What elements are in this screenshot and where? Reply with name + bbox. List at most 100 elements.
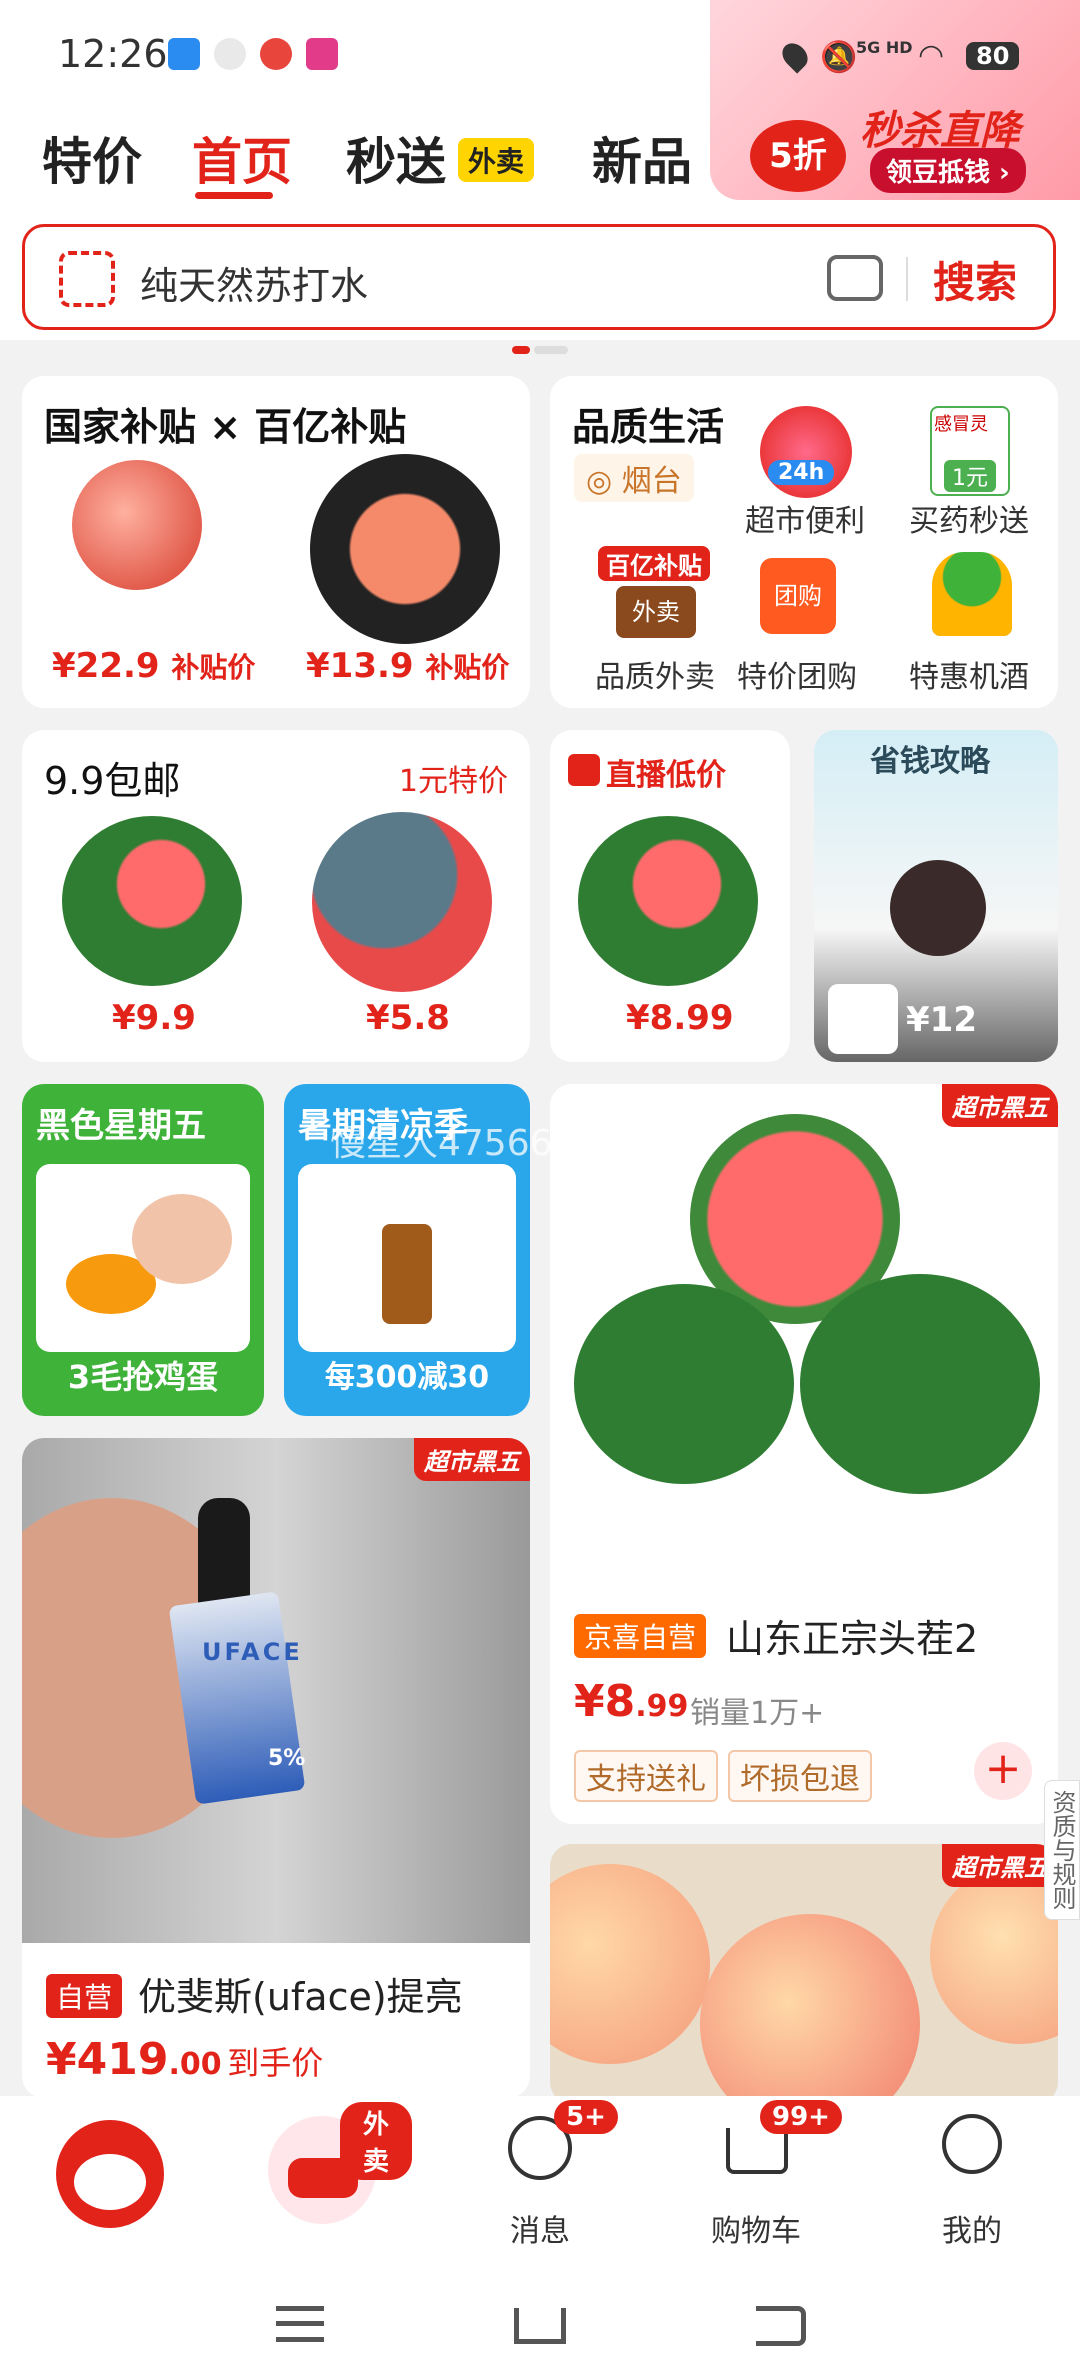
nav-profile[interactable]: 我的 [882, 2096, 1062, 2272]
1yuan-badge: 1元 [944, 460, 996, 492]
groupbuy-label: 特价团购 [737, 660, 857, 695]
serum-bottle-text: UFACE [202, 1638, 303, 1666]
palm-tree-icon[interactable] [932, 552, 1012, 636]
medicine-brand: 感冒灵 [934, 414, 988, 435]
24h-badge: 24h [768, 460, 835, 485]
nav-cart[interactable]: 99+ 购物车 [666, 2096, 846, 2272]
menu-icon[interactable] [276, 2306, 324, 2342]
scan-icon[interactable] [59, 251, 115, 307]
serum-self-tag: 自营 [46, 1974, 123, 2018]
tab-active-indicator [195, 192, 273, 199]
serum-product-card[interactable]: UFACE 5% 超市黑五 自营 优斐斯(uface)提亮 ¥419.00 到手… [22, 1438, 530, 2098]
takeout-badge: 外卖 [458, 138, 535, 182]
deal-subtitle: 1元特价 [398, 764, 508, 799]
deal-title: 9.9包邮 [44, 759, 181, 803]
live-card[interactable]: 直播低价 ¥8.99 [550, 730, 790, 1062]
deal-card[interactable]: 9.9包邮 1元特价 ¥9.9 ¥5.8 [22, 730, 530, 1062]
watermelon-product-name: 山东正宗头茬2 [726, 1617, 979, 1661]
peach-product-card[interactable]: 超市黑五 [550, 1844, 1058, 2104]
black-friday-title: 黑色星期五 [36, 1106, 206, 1146]
location-chip[interactable]: ◎ 烟台 [574, 454, 694, 502]
app-notification-icon [168, 38, 200, 70]
tag-gift: 支持送礼 [574, 1750, 718, 1802]
serum-price: ¥419.00 到手价 [46, 2034, 324, 2085]
serum-bottle-pct: 5% [268, 1746, 306, 1771]
page-indicator-active [512, 346, 530, 354]
serum-bottle [382, 1224, 432, 1324]
promo-discount-badge: 5折 [750, 120, 846, 192]
peach-image [310, 454, 500, 644]
tab-special[interactable]: 特价 [42, 122, 142, 194]
tab-express[interactable]: 秒送 [346, 122, 446, 194]
search-button[interactable]: 搜索 [933, 249, 1017, 310]
page-indicator [534, 346, 568, 354]
video-card[interactable]: 省钱攻略 ¥12 [814, 730, 1058, 1062]
weibo-icon [260, 38, 292, 70]
tab-new[interactable]: 新品 [592, 122, 692, 194]
peach-image-3 [930, 1864, 1058, 2044]
subsidy-price-1: ¥22.9 补贴价 [52, 646, 256, 686]
deal-price-1: ¥9.9 [112, 998, 196, 1038]
network-label: 5G HD [856, 38, 913, 57]
rules-side-tab[interactable]: 资质与规则 [1044, 1780, 1080, 1920]
status-bar: 12:26 🔕 5G HD ◠ 80 [0, 0, 1080, 110]
video-product-thumb [828, 984, 898, 1054]
nav-home[interactable] [18, 2096, 198, 2272]
watermelon-whole-1 [574, 1284, 794, 1484]
supermarket-label: 超市便利 [745, 504, 865, 539]
mascot-face [74, 2154, 146, 2210]
video-price: ¥12 [906, 1000, 977, 1040]
deal-price-2: ¥5.8 [366, 998, 450, 1038]
live-icon [568, 754, 600, 786]
peach-corner-tag: 超市黑五 [942, 1844, 1058, 1887]
subsidy-price-2: ¥13.9 补贴价 [306, 646, 510, 686]
home-icon[interactable] [514, 2308, 566, 2344]
black-friday-card[interactable]: 黑色星期五 3毛抢鸡蛋 [22, 1084, 264, 1416]
watermelon-image-2 [312, 812, 492, 992]
joy-mascot-icon [56, 2120, 164, 2228]
tag-return: 坏损包退 [728, 1750, 872, 1802]
watermelon-image-1 [62, 816, 242, 986]
wechat-icon [214, 38, 246, 70]
medicine-label: 买药秒送 [909, 504, 1029, 539]
serum-dropper [198, 1498, 250, 1608]
location-icon [777, 38, 813, 74]
peach-image-2 [700, 1914, 920, 2104]
live-watermelon-image [578, 816, 758, 986]
battery-indicator: 80 [966, 42, 1020, 70]
promo-sub-button[interactable]: 领豆抵钱 › [870, 148, 1026, 193]
nav-delivery[interactable]: 外卖 [232, 2096, 412, 2272]
takeout-quality-icon[interactable]: 外卖 [616, 586, 696, 638]
camera-icon[interactable] [827, 255, 883, 301]
watermelon-self-tag: 京喜自营 [574, 1614, 707, 1658]
summer-label: 每300减30 [308, 1352, 506, 1396]
bottom-nav: 外卖 5+ 消息 99+ 购物车 我的 [0, 2096, 1080, 2272]
groupbuy-icon[interactable]: 团购 [760, 558, 836, 634]
cart-badge: 99+ [760, 2100, 842, 2134]
subsidy-card[interactable]: 国家补贴 × 百亿补贴 ¥22.9 补贴价 ¥13.9 补贴价 [22, 376, 530, 708]
flight-hotel-label: 特惠机酒 [909, 660, 1029, 695]
add-to-cart-button[interactable]: + [974, 1742, 1032, 1800]
profile-icon [942, 2114, 1002, 2174]
search-input[interactable]: 纯天然苏打水 [140, 255, 368, 310]
apple-image [72, 460, 202, 590]
tab-home[interactable]: 首页 [192, 122, 292, 194]
cart-label: 购物车 [711, 2214, 801, 2249]
menu-icon-bar [276, 2321, 324, 2326]
watermelon-whole-2 [800, 1274, 1040, 1494]
quality-life-card[interactable]: 品质生活 ◎ 烟台 24h 超市便利 感冒灵 1元 买药秒送 百亿补贴 外卖 品… [550, 376, 1058, 708]
serum-corner-tag: 超市黑五 [414, 1438, 530, 1481]
watermelon-price: ¥8.99 [574, 1676, 689, 1727]
baiyi-badge: 百亿补贴 [598, 546, 710, 581]
back-icon[interactable] [756, 2306, 806, 2346]
shop-app-icon [306, 38, 338, 70]
search-bar[interactable]: 纯天然苏打水 搜索 [22, 224, 1056, 330]
nav-messages[interactable]: 5+ 消息 [450, 2096, 630, 2272]
pin-icon: ◎ [586, 464, 613, 499]
status-time: 12:26 [58, 32, 168, 76]
black-friday-label: 3毛抢鸡蛋 [46, 1352, 240, 1398]
watermelon-sales: 销量1万+ [690, 1696, 825, 1731]
serum-product-name: 优斐斯(uface)提亮 [138, 1975, 463, 2019]
watermelon-product-card[interactable]: 超市黑五 京喜自营 山东正宗头茬2 ¥8.99 销量1万+ 支持送礼 坏损包退 … [550, 1084, 1058, 1824]
peach-image-1 [550, 1864, 710, 2064]
